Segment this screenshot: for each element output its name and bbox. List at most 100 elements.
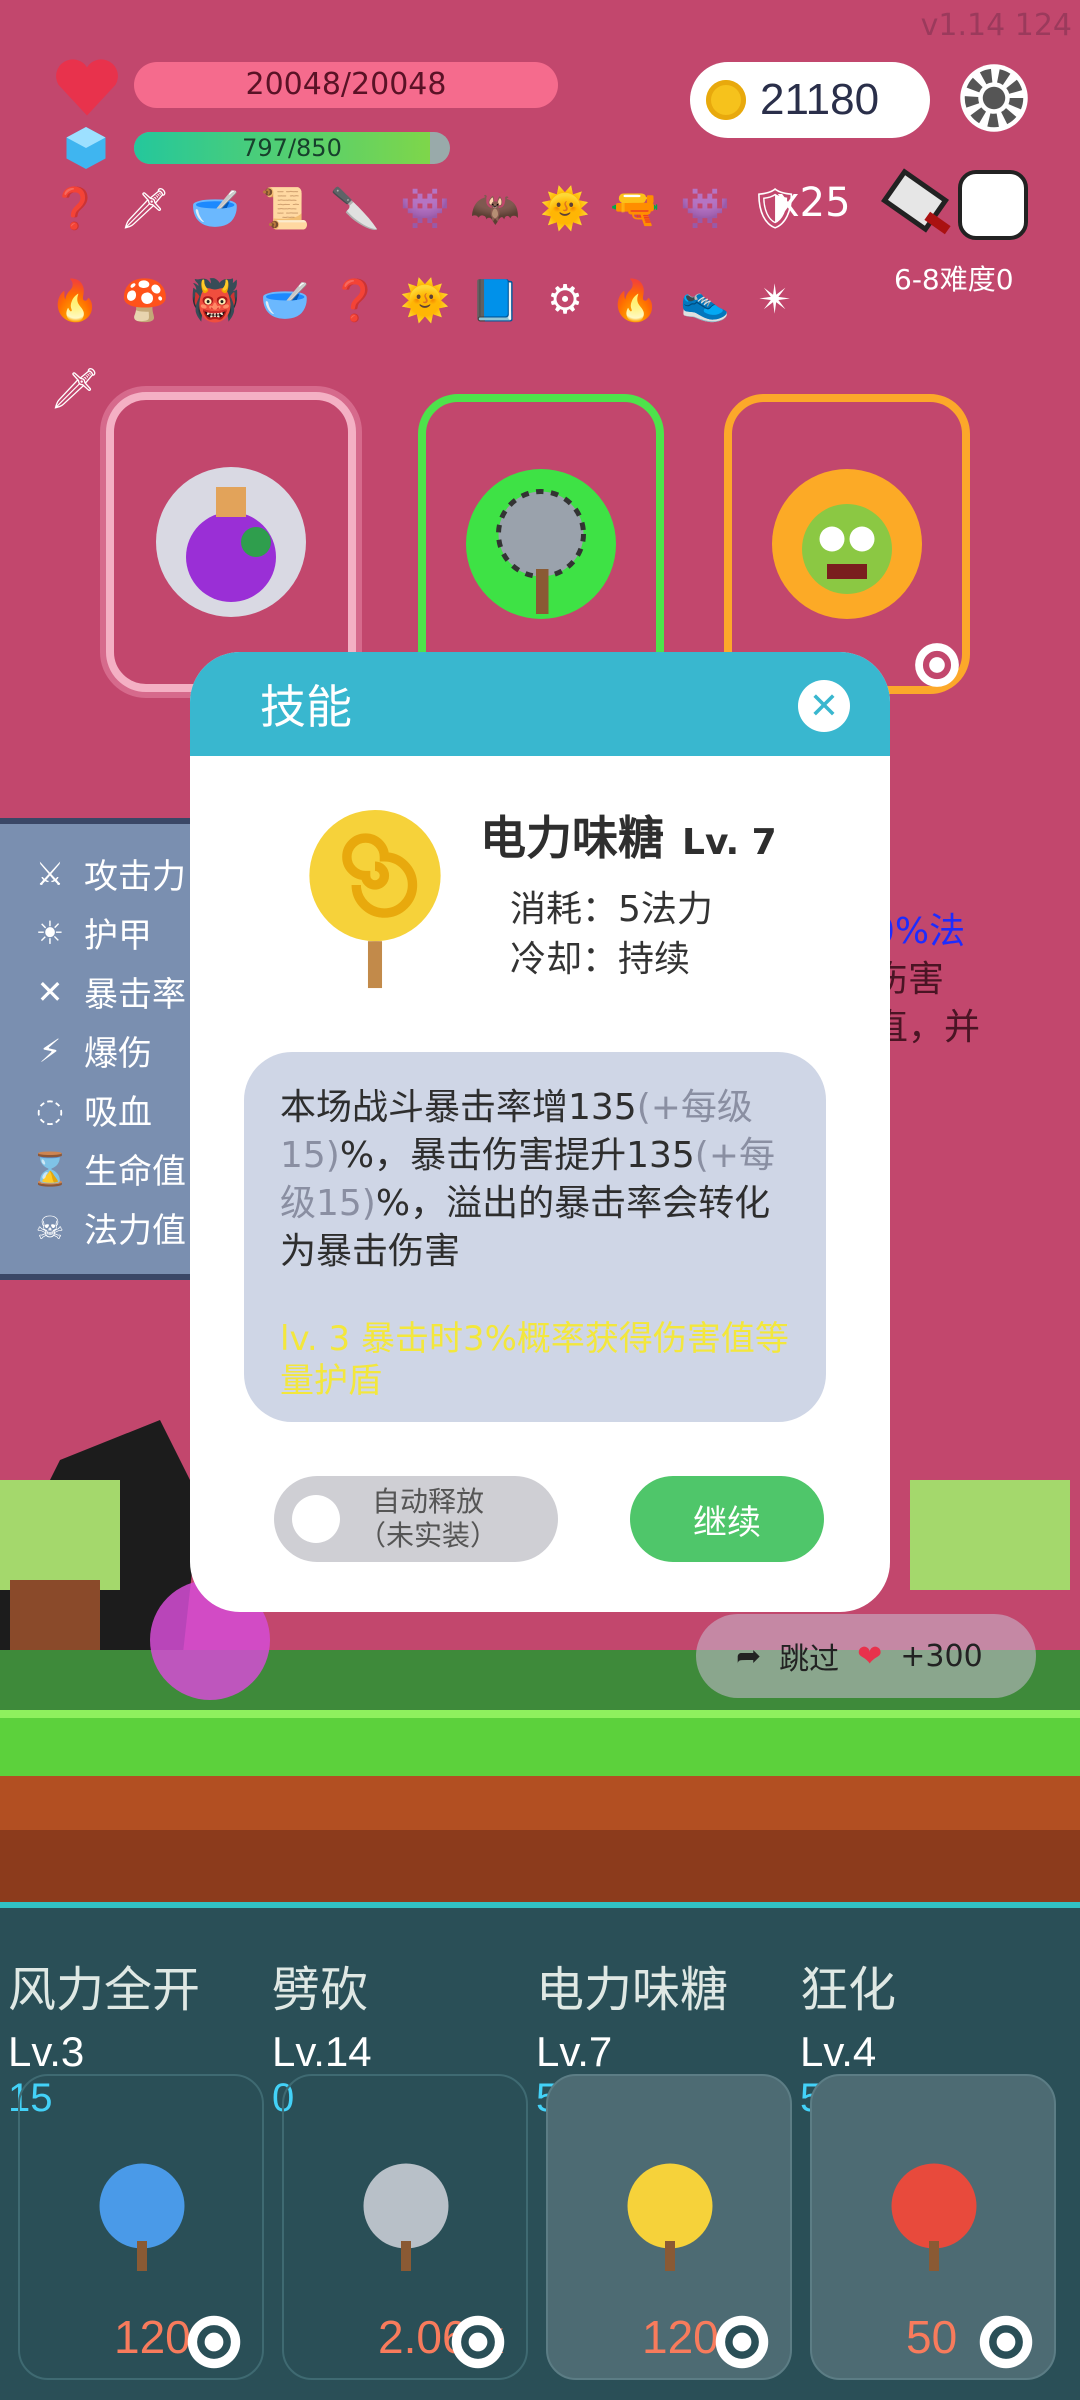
hp-text: 20048/20048 <box>245 67 447 102</box>
item-icon[interactable]: ✴ <box>746 268 804 332</box>
lollipop-icon <box>309 809 441 989</box>
item-icon[interactable]: 👟 <box>676 268 734 332</box>
item-icon[interactable]: 👹 <box>186 268 244 332</box>
gold-counter: 21180 <box>690 62 930 138</box>
item-icon[interactable]: 🔥 <box>606 268 664 332</box>
skill-slot-2[interactable]: 2.06 k <box>282 2074 528 2380</box>
skill-lv: Lv.3 <box>8 2028 85 2075</box>
item-icon[interactable]: 🔥 <box>46 268 104 332</box>
skull-icon: ☠ <box>35 1208 65 1247</box>
green-monster-icon <box>772 469 922 619</box>
item-icon[interactable]: ❓ <box>46 176 104 240</box>
item-icon[interactable]: 👾 <box>396 176 454 240</box>
stats-panel: ⚔ 攻击力 ☀ 护甲 ✕ 暴击率 ⚡ 爆伤 ◌ 吸血 ⌛ 生命值 ☠ 法力值 <box>0 818 200 1280</box>
modal-header: 技能 <box>190 652 890 756</box>
auto-cast-label: 自动释放 <box>372 1485 485 1518</box>
upgrade-gear-icon[interactable] <box>712 2312 772 2372</box>
skip-button[interactable]: ➦ 跳过 ❤ +300 <box>696 1614 1036 1698</box>
skill-level: Lv. 7 <box>682 822 777 863</box>
item-icon[interactable]: ❓ <box>326 268 384 332</box>
skill-price: 120 <box>642 2311 719 2363</box>
item-icon[interactable]: 🌞 <box>396 268 454 332</box>
skill-art-icon <box>99 2163 185 2271</box>
crit-icon: ✕ <box>36 972 64 1011</box>
bolt-icon: ⚡ <box>38 1031 62 1070</box>
upgrade-gear-icon[interactable] <box>448 2312 508 2372</box>
auto-cast-note: （未实装） <box>358 1519 499 1552</box>
coin-icon <box>706 80 746 120</box>
difficulty-label: 6-8难度0 <box>894 263 1014 296</box>
skill-name: 电力味糖 <box>536 1962 729 2018</box>
skill-name: 风力全开 <box>8 1962 201 2018</box>
ghost-icon[interactable] <box>958 170 1028 240</box>
stat-label: 攻击力 <box>84 857 186 897</box>
skill-slot-3[interactable]: 120 <box>546 2074 792 2380</box>
skill-lv: Lv.4 <box>800 2028 877 2075</box>
axe-icon: ⚔ <box>35 854 65 893</box>
item-row-2: 🔥 🍄 👹 🥣 ❓ 🌞 📘 ⚙ 🔥 👟 ✴ <box>46 268 866 332</box>
crystal-icon <box>66 127 106 169</box>
item-icon[interactable]: 🌞 <box>536 176 594 240</box>
reroll-icon[interactable] <box>912 640 962 690</box>
modal-title: 技能 <box>260 680 352 734</box>
item-icon[interactable]: ⚙ <box>536 268 594 332</box>
item-icon[interactable]: 📜 <box>256 176 314 240</box>
skill-cooldown: 冷却：持续 <box>510 939 691 980</box>
item-icon[interactable]: 🥣 <box>186 176 244 240</box>
item-icon[interactable]: 🗡 <box>116 176 174 240</box>
item-icon[interactable]: 🍄 <box>116 268 174 332</box>
auto-cast-toggle[interactable]: 自动释放 （未实装） <box>274 1476 558 1562</box>
skill-slot-1[interactable]: 120 <box>18 2074 264 2380</box>
mp-text: 797/850 <box>242 134 342 162</box>
skill-name: 劈砍 <box>272 1962 369 2018</box>
skip-heart-icon: ❤ <box>857 1638 883 1674</box>
desc-part-1: 本场战斗暴击率增135 <box>280 1087 637 1128</box>
stat-row: ✕ 暴击率 <box>0 962 194 1021</box>
skip-bonus: +300 <box>900 1638 983 1674</box>
skill-lv: Lv.14 <box>272 2028 372 2075</box>
gold-amount: 21180 <box>760 75 880 124</box>
skill-modal: 技能 ✕ 电力味糖 Lv. 7 消耗：5法力 冷却：持续 本场战斗暴击率增135(… <box>190 652 890 1612</box>
skill-price: 50 <box>906 2311 958 2363</box>
upgrade-gear-icon[interactable] <box>976 2312 1036 2372</box>
grass-ground <box>0 1710 1080 1776</box>
skill-price: 120 <box>114 2311 191 2363</box>
stat-row: ☠ 法力值 <box>0 1198 194 1257</box>
item-icon[interactable]: 🔪 <box>326 176 384 240</box>
skip-label: 跳过 <box>779 1642 840 1677</box>
item-icon[interactable]: 🦇 <box>466 176 524 240</box>
skill-cost: 消耗：5法力 <box>510 889 713 930</box>
skill-art-icon <box>891 2163 977 2271</box>
desc-part-2: %，暴击伤害提升135 <box>339 1135 695 1176</box>
reward-card-mace[interactable] <box>418 394 664 694</box>
skill-slot-4[interactable]: 50 <box>810 2074 1056 2380</box>
item-icon[interactable]: 🔫 <box>606 176 664 240</box>
stat-label: 生命值 <box>84 1152 186 1192</box>
upgrade-gear-icon[interactable] <box>184 2312 244 2372</box>
close-button[interactable]: ✕ <box>798 680 850 732</box>
hourglass-icon: ⌛ <box>30 1149 70 1188</box>
continue-button[interactable]: 继续 <box>630 1476 824 1562</box>
item-icon[interactable]: 🗡 <box>46 356 104 420</box>
item-icon[interactable]: 📘 <box>466 268 524 332</box>
stat-label: 法力值 <box>84 1211 186 1251</box>
stat-row: ⚔ 攻击力 <box>0 844 194 903</box>
stat-row: ⌛ 生命值 <box>0 1139 194 1198</box>
stat-label: 暴击率 <box>84 975 186 1015</box>
skip-arrow-icon: ➦ <box>736 1638 762 1674</box>
skill-name: 狂化 <box>800 1962 897 2018</box>
item-icon[interactable]: 🥣 <box>256 268 314 332</box>
stat-row: ☀ 护甲 <box>0 903 194 962</box>
stat-label: 爆伤 <box>84 1034 152 1074</box>
skill-description: 本场战斗暴击率增135(+每级15)%，暴击伤害提升135(+每级15)%，溢出… <box>244 1052 826 1422</box>
heart-icon <box>56 59 118 116</box>
cleaver-icon[interactable] <box>880 168 960 248</box>
stat-label: 护甲 <box>84 916 152 956</box>
item-icon[interactable]: 👾 <box>676 176 734 240</box>
toggle-knob <box>292 1495 340 1543</box>
skill-title: 电力味糖 Lv. 7 <box>480 802 777 868</box>
skill-lv: Lv.7 <box>536 2028 613 2075</box>
settings-gear-icon[interactable] <box>958 62 1030 134</box>
reward-card-potion[interactable] <box>106 392 356 692</box>
stat-row: ◌ 吸血 <box>0 1080 194 1139</box>
